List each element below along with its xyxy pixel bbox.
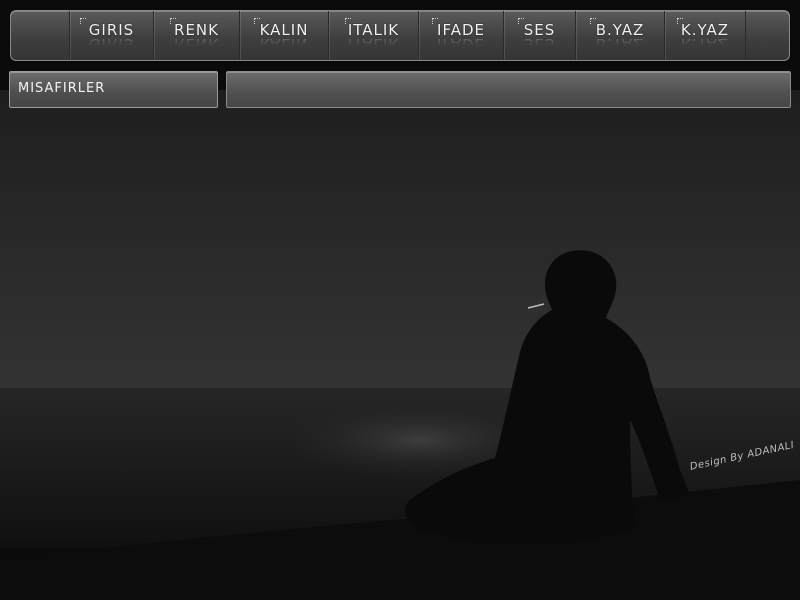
ses-button[interactable]: SES	[503, 11, 575, 60]
b-yaz-label: B.YAZ	[595, 21, 645, 39]
main-panel-header	[226, 71, 791, 108]
bullet-icon	[80, 18, 86, 24]
k-yaz-button[interactable]: K.YAZ	[664, 11, 746, 60]
guests-panel-header: MISAFIRLER	[9, 71, 218, 108]
toolbar: GIRIS RENK KALIN ITALIK IFADE SES B.YAZ …	[10, 10, 790, 61]
ifade-label: IFADE	[437, 21, 485, 39]
kalin-button[interactable]: KALIN	[239, 11, 328, 60]
b-yaz-button[interactable]: B.YAZ	[575, 11, 664, 60]
renk-button[interactable]: RENK	[153, 11, 239, 60]
kalin-label: KALIN	[259, 21, 309, 39]
k-yaz-label: K.YAZ	[680, 21, 730, 39]
renk-label: RENK	[174, 21, 219, 39]
guests-panel-title: MISAFIRLER	[18, 81, 106, 96]
italik-label: ITALIK	[347, 21, 400, 39]
giris-label: GIRIS	[88, 21, 135, 39]
italik-button[interactable]: ITALIK	[328, 11, 418, 60]
ses-label: SES	[523, 21, 556, 39]
giris-button[interactable]: GIRIS	[69, 11, 153, 60]
ifade-button[interactable]: IFADE	[418, 11, 503, 60]
sky	[0, 90, 800, 390]
